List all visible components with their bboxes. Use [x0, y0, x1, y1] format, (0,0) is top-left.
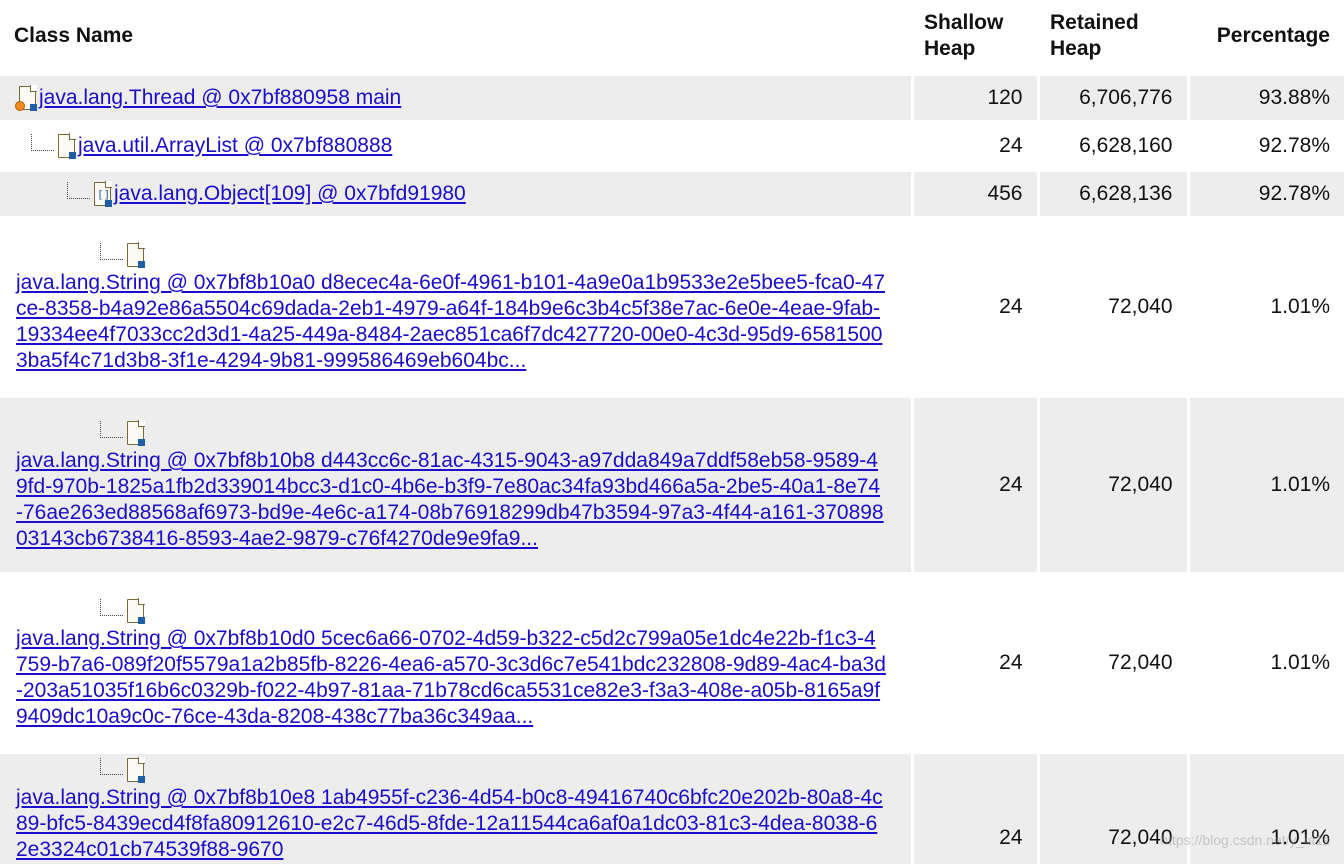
class-name-cell: java.lang.String @ 0x7bf8b10b8 d443cc6c-…	[0, 394, 912, 574]
percentage-cell: 92.78%	[1186, 168, 1344, 218]
shallow-heap-cell: 24	[910, 750, 1038, 864]
class-link[interactable]: java.lang.Thread @ 0x7bf880958 main	[39, 85, 401, 111]
object-icon	[125, 757, 145, 783]
column-header-class-name[interactable]: Class Name	[0, 0, 912, 75]
retained-heap-cell: 72,040	[1036, 750, 1188, 864]
class-link[interactable]: java.lang.String @ 0x7bf8b10d0 5cec6a66-…	[16, 626, 887, 730]
percentage-cell: 1.01%	[1186, 394, 1344, 574]
tree-connector	[31, 133, 54, 151]
retained-heap-cell: 6,628,160	[1036, 120, 1188, 170]
heap-table: Class Name Shallow Heap Retained Heap Pe…	[0, 0, 1344, 864]
table-row[interactable]: java.util.ArrayList @ 0x7bf880888 24 6,6…	[0, 120, 1344, 170]
tree-connector	[100, 598, 123, 616]
shallow-heap-cell: 24	[910, 572, 1038, 752]
class-name-cell: [] java.lang.Object[109] @ 0x7bfd91980	[0, 168, 912, 218]
tree-connector	[100, 420, 123, 438]
tree-connector	[100, 242, 123, 260]
shallow-heap-cell: 120	[910, 72, 1038, 122]
table-row[interactable]: java.lang.String @ 0x7bf8b10b8 d443cc6c-…	[0, 394, 1344, 574]
column-header-shallow-heap[interactable]: Shallow Heap	[912, 0, 1038, 75]
class-name-cell: java.lang.String @ 0x7bf8b10d0 5cec6a66-…	[0, 572, 912, 752]
retained-heap-cell: 72,040	[1036, 216, 1188, 396]
table-row[interactable]: java.lang.String @ 0x7bf8b10e8 1ab4955f-…	[0, 750, 1344, 864]
column-header-percentage[interactable]: Percentage	[1188, 0, 1344, 75]
class-name-cell: java.lang.Thread @ 0x7bf880958 main	[0, 72, 912, 122]
shallow-heap-cell: 456	[910, 168, 1038, 218]
array-object-icon: []	[92, 181, 112, 207]
class-link[interactable]: java.lang.Object[109] @ 0x7bfd91980	[114, 181, 466, 207]
class-link[interactable]: java.lang.String @ 0x7bf8b10e8 1ab4955f-…	[16, 785, 887, 863]
shallow-heap-cell: 24	[910, 216, 1038, 396]
percentage-cell: 93.88%	[1186, 72, 1344, 122]
percentage-cell: 1.01%	[1186, 216, 1344, 396]
class-link[interactable]: java.lang.String @ 0x7bf8b10b8 d443cc6c-…	[16, 448, 887, 552]
retained-heap-cell: 6,628,136	[1036, 168, 1188, 218]
retained-heap-cell: 72,040	[1036, 572, 1188, 752]
table-row[interactable]: java.lang.String @ 0x7bf8b10a0 d8ecec4a-…	[0, 216, 1344, 396]
tree-connector	[100, 757, 123, 775]
class-name-cell: java.lang.String @ 0x7bf8b10e8 1ab4955f-…	[0, 750, 912, 864]
percentage-cell: 1.01%	[1186, 572, 1344, 752]
shallow-heap-cell: 24	[910, 120, 1038, 170]
retained-heap-cell: 6,706,776	[1036, 72, 1188, 122]
percentage-cell: 92.78%	[1186, 120, 1344, 170]
table-row[interactable]: java.lang.Thread @ 0x7bf880958 main 120 …	[0, 72, 1344, 122]
object-icon	[125, 598, 145, 624]
percentage-cell: 1.01%	[1186, 750, 1344, 864]
table-row[interactable]: [] java.lang.Object[109] @ 0x7bfd91980 4…	[0, 168, 1344, 218]
retained-heap-cell: 72,040	[1036, 394, 1188, 574]
column-header-retained-heap[interactable]: Retained Heap	[1038, 0, 1188, 75]
object-icon	[125, 420, 145, 446]
class-name-cell: java.lang.String @ 0x7bf8b10a0 d8ecec4a-…	[0, 216, 912, 396]
object-icon	[56, 133, 76, 159]
class-name-cell: java.util.ArrayList @ 0x7bf880888	[0, 120, 912, 170]
object-icon	[125, 242, 145, 268]
tree-connector	[67, 181, 90, 199]
thread-object-icon	[15, 85, 37, 111]
class-link[interactable]: java.util.ArrayList @ 0x7bf880888	[78, 133, 392, 159]
shallow-heap-cell: 24	[910, 394, 1038, 574]
table-header: Class Name Shallow Heap Retained Heap Pe…	[0, 0, 1344, 75]
table-row[interactable]: java.lang.String @ 0x7bf8b10d0 5cec6a66-…	[0, 572, 1344, 752]
class-link[interactable]: java.lang.String @ 0x7bf8b10a0 d8ecec4a-…	[16, 270, 887, 374]
